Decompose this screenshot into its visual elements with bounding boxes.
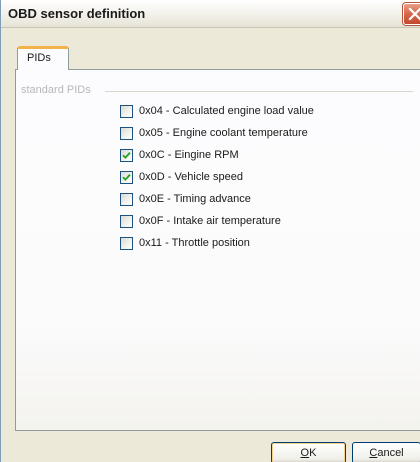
cancel-label-rest: ancel <box>377 447 404 459</box>
tab-pids[interactable]: PIDs <box>17 46 69 70</box>
group-label: standard PIDs <box>21 84 91 96</box>
pid-label: 0x0E - Timing advance <box>139 193 251 205</box>
ok-accelerator: O <box>300 447 310 459</box>
checkbox[interactable] <box>120 215 133 228</box>
checkbox[interactable] <box>120 127 133 140</box>
pid-item-0x0d[interactable]: 0x0D - Vehicle speed <box>120 171 380 187</box>
checkbox[interactable] <box>120 105 133 118</box>
checkbox[interactable] <box>120 237 133 250</box>
close-button[interactable] <box>403 3 420 25</box>
ok-button[interactable]: OK <box>271 442 346 462</box>
group-divider <box>105 91 413 92</box>
checkmark-icon <box>122 151 131 159</box>
pid-item-0x0c[interactable]: 0x0C - Eingine RPM <box>120 149 380 165</box>
checkbox[interactable] <box>120 193 133 206</box>
pid-item-0x04[interactable]: 0x04 - Calculated engine load value <box>120 105 380 121</box>
pid-item-0x05[interactable]: 0x05 - Engine coolant temperature <box>120 127 380 143</box>
pid-item-0x0e[interactable]: 0x0E - Timing advance <box>120 193 380 209</box>
pid-label: 0x04 - Calculated engine load value <box>139 105 314 117</box>
pid-label: 0x05 - Engine coolant temperature <box>139 127 308 139</box>
window-title: OBD sensor definition <box>8 6 146 21</box>
checkmark-icon <box>122 173 131 181</box>
tab-pids-label: PIDs <box>27 52 51 64</box>
pid-label: 0x0F - Intake air temperature <box>139 215 281 227</box>
pid-label: 0x0D - Vehicle speed <box>139 171 243 183</box>
pid-item-0x0f[interactable]: 0x0F - Intake air temperature <box>120 215 380 231</box>
pid-label: 0x11 - Throttle position <box>139 237 250 249</box>
title-bar[interactable]: OBD sensor definition <box>1 0 420 28</box>
dialog-window: OBD sensor definition PIDs standard PIDs… <box>0 0 420 462</box>
ok-label-rest: K <box>309 447 317 459</box>
pid-item-0x11[interactable]: 0x11 - Throttle position <box>120 237 380 253</box>
pid-label: 0x0C - Eingine RPM <box>139 149 239 161</box>
close-icon <box>408 7 420 21</box>
cancel-button[interactable]: Cancel <box>352 442 420 462</box>
checkbox[interactable] <box>120 171 133 184</box>
checkbox[interactable] <box>120 149 133 162</box>
